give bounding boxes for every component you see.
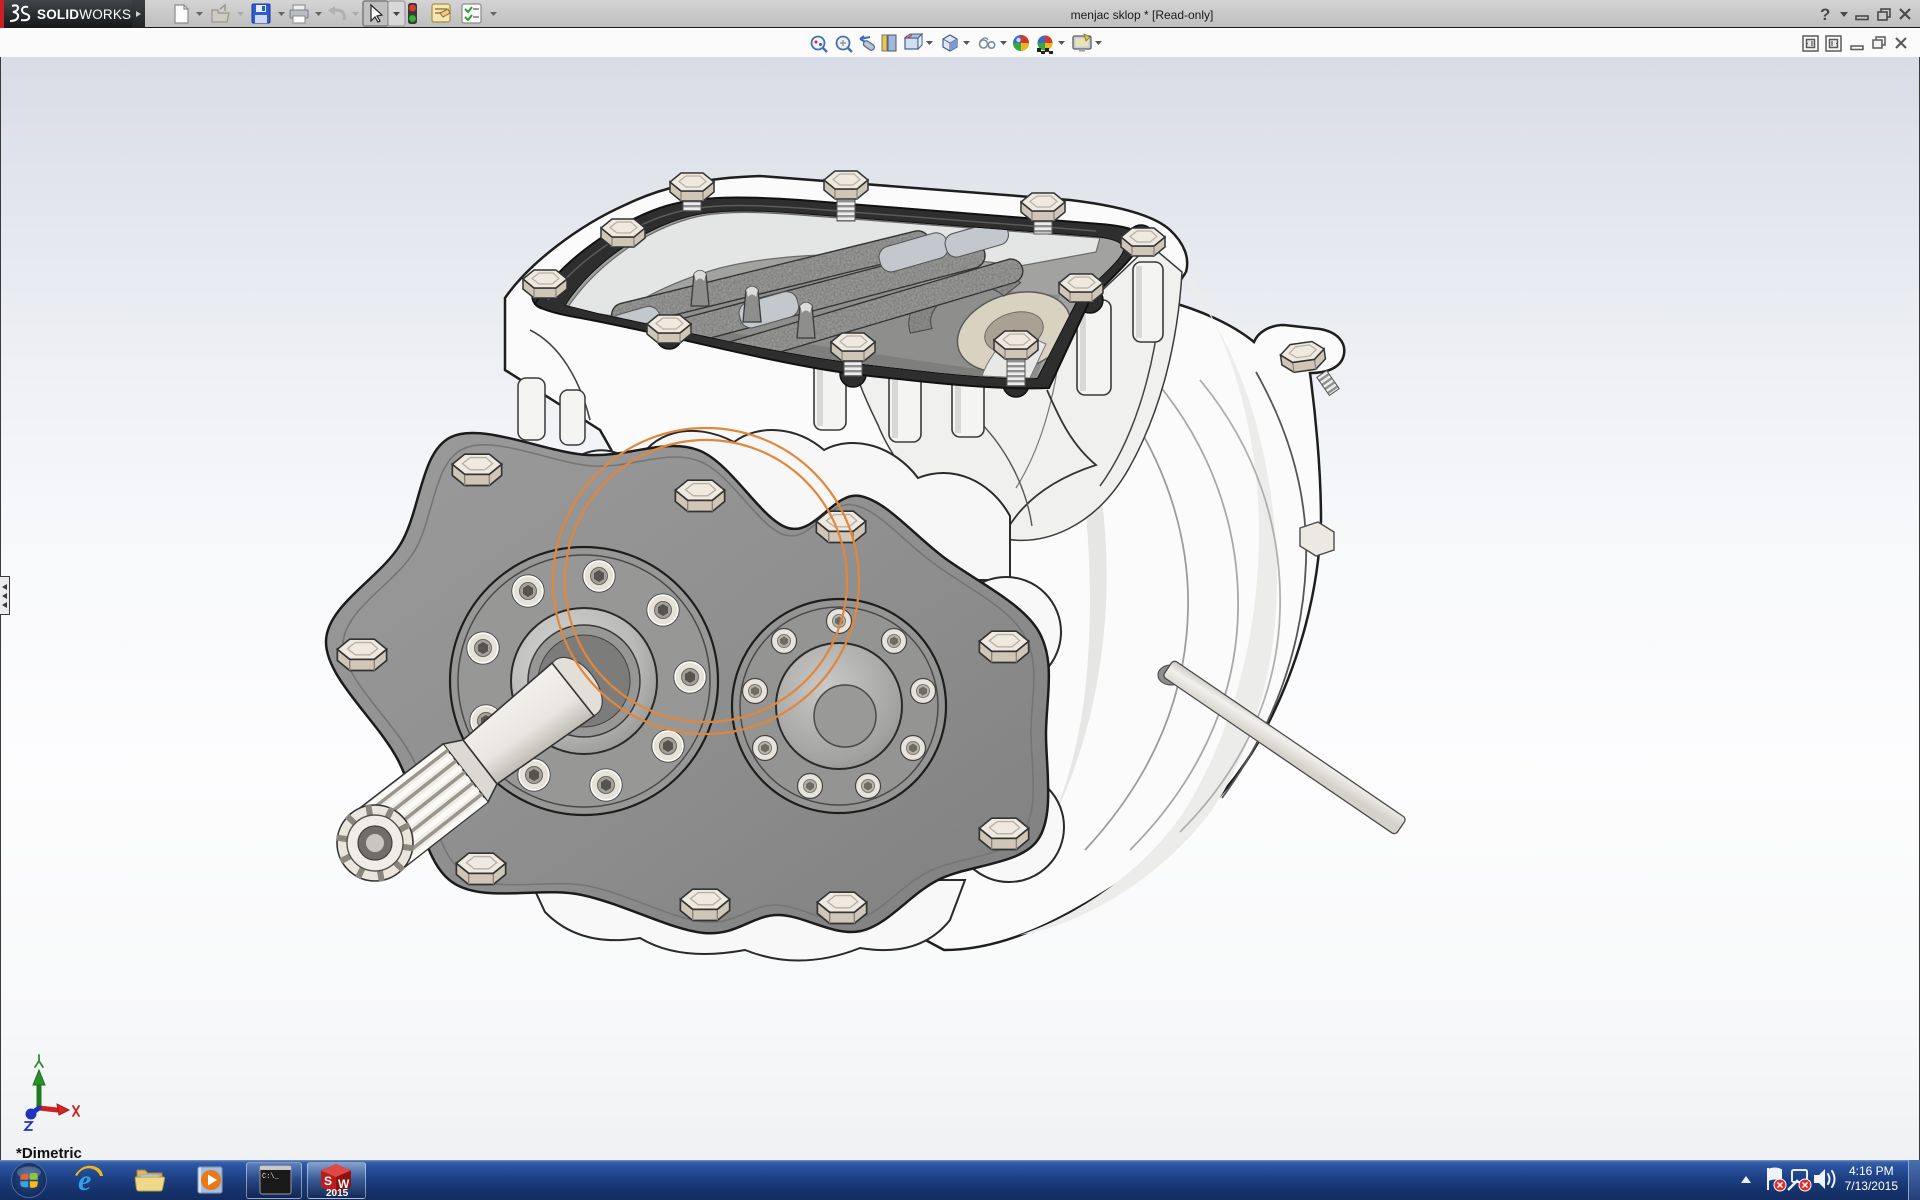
svg-text:e: e xyxy=(78,1164,91,1197)
svg-text:?: ? xyxy=(1820,5,1830,24)
svg-text:C:\_: C:\_ xyxy=(262,1173,280,1181)
svg-text:S: S xyxy=(324,1174,332,1188)
svg-text:2015: 2015 xyxy=(326,1188,349,1199)
